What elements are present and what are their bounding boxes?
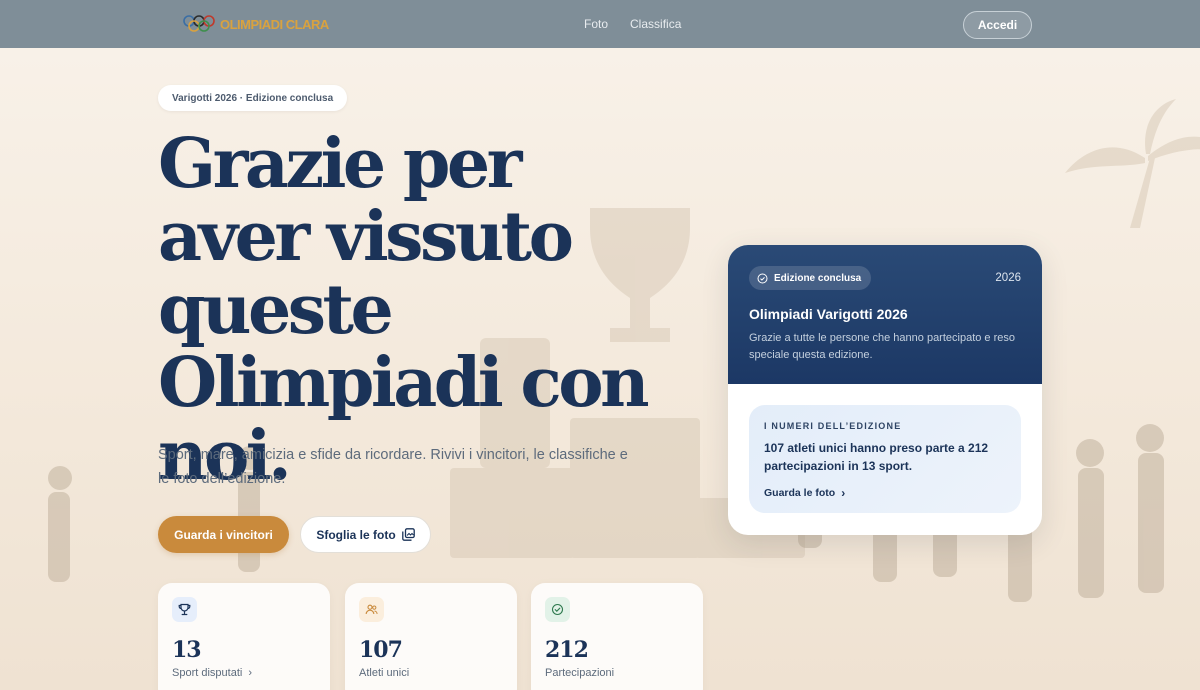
top-navbar: OLIMPIADI CLARA Foto Classifica Accedi (0, 0, 1200, 48)
nav-link-classifica[interactable]: Classifica (630, 17, 681, 31)
edition-year: 2026 (995, 272, 1021, 284)
stat-label-text: Atleti unici (359, 667, 410, 679)
login-button[interactable]: Accedi (963, 11, 1032, 39)
hero-title: Grazie per aver vissuto queste Olimpiadi… (158, 124, 650, 496)
view-photos-label: Guarda le foto (764, 487, 836, 499)
chevron-right-icon: › (248, 667, 252, 679)
stat-label: Partecipazioni (545, 667, 614, 679)
edition-numbers-text: 107 atleti unici hanno preso parte a 212… (764, 441, 989, 473)
users-icon (359, 597, 384, 622)
edition-status-badge: Edizione conclusa (749, 266, 872, 290)
stat-card-sports[interactable]: 13 Sport disputati › (158, 583, 330, 690)
edition-card: Edizione conclusa 2026 Olimpiadi Varigot… (728, 245, 1042, 535)
edition-status-label: Edizione conclusa (774, 272, 862, 284)
check-circle-icon (757, 273, 768, 283)
site-logo[interactable]: OLIMPIADI CLARA (182, 10, 329, 38)
view-photos-link[interactable]: Guarda le foto › (764, 486, 845, 500)
nav-link-foto[interactable]: Foto (584, 17, 608, 31)
stat-value: 107 (359, 637, 403, 663)
hero-subtitle: Sport, mare, amicizia e sfide da ricorda… (158, 447, 628, 487)
stat-label-text: Partecipazioni (545, 667, 615, 679)
edition-title: Olimpiadi Varigotti 2026 (749, 306, 908, 322)
edition-pill: Varigotti 2026 · Edizione conclusa (158, 85, 348, 111)
trophy-icon (172, 597, 197, 622)
stat-value: 13 (172, 637, 202, 663)
gallery-icon (401, 528, 415, 541)
nav-links: Foto Classifica (584, 17, 681, 31)
logo-text: OLIMPIADI CLARA (220, 16, 329, 32)
stat-label: Atleti unici (359, 667, 409, 679)
stat-label: Sport disputati › (172, 667, 252, 679)
edition-description: Grazie a tutte le persone che hanno part… (749, 332, 1016, 361)
stat-card-participations: 212 Partecipazioni (531, 583, 703, 690)
edition-numbers-label: I NUMERI DELL’EDIZIONE (764, 421, 902, 431)
view-winners-button[interactable]: Guarda i vincitori (158, 516, 289, 553)
check-circle-icon (545, 597, 570, 622)
edition-card-header: Edizione conclusa 2026 Olimpiadi Varigot… (728, 245, 1042, 384)
stat-card-athletes: 107 Atleti unici (345, 583, 517, 690)
stat-value: 212 (545, 637, 589, 663)
stat-label-text: Sport disputati (172, 667, 243, 679)
olympic-rings-icon (183, 15, 215, 32)
chevron-right-icon: › (841, 486, 846, 500)
edition-numbers-box: I NUMERI DELL’EDIZIONE 107 atleti unici … (749, 405, 1021, 513)
browse-photos-label: Sfoglia le foto (316, 527, 396, 542)
browse-photos-button[interactable]: Sfoglia le foto (300, 516, 431, 553)
